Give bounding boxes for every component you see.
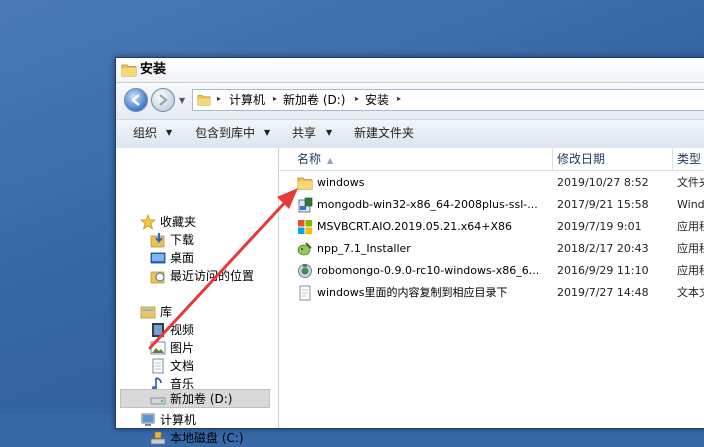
recent-pages-dropdown-icon[interactable]: ▼ [179,96,185,105]
file-modified-date: 2019/7/19 9:01 [557,220,642,233]
file-name: windows [317,176,365,189]
sidebar-item-label: 桌面 [170,251,195,265]
explorer-window: 安装 ▼ ▸ 计算机 ▸ 新加卷 (D:) ▸ 安装 ▸ 组织 ▼ 包含到库中 … [115,57,704,445]
installer-icon [298,197,313,213]
sidebar-item-label: 收藏夹 [160,215,197,229]
file-name: MSVBCRT.AIO.2019.05.21.x64+X86 [317,220,512,233]
sort-ascending-icon: ▲ [327,156,334,165]
file-modified-date: 2016/9/29 11:10 [557,264,649,277]
breadcrumb-computer[interactable]: 计算机 [229,92,265,108]
file-modified-date: 2019/7/27 14:48 [557,286,649,299]
file-name: npp_7.1_Installer [317,242,411,255]
column-header-label: 名称 [297,152,322,166]
file-type: 应用程 [677,264,704,277]
table-row[interactable]: MSVBCRT.AIO.2019.05.21.x64+X86 2019/7/19… [279,216,704,238]
column-header-label: 类型 [677,152,702,166]
breadcrumb-install[interactable]: 安装 [365,92,389,108]
title-bar[interactable]: 安装 [116,58,704,83]
sidebar-item-label: 新加卷 (D:) [170,392,233,406]
library-icon [140,306,156,319]
chevron-down-icon: ▼ [166,128,173,137]
system-drive-icon [150,431,166,445]
column-header-row: 名称 ▲ 修改日期 类型 [279,148,704,171]
windows-app-icon [298,220,312,234]
file-modified-date: 2017/9/21 15:58 [557,198,649,211]
navigation-pane: 收藏夹 下载 桌面 最近访问的位置 库 视频 图片 文档 音乐 计算机 本地磁盘… [116,148,279,445]
back-arrow-icon [131,94,140,106]
file-modified-date: 2019/10/27 8:52 [557,176,649,189]
column-header-type[interactable]: 类型 [673,148,704,170]
file-type: 文件夹 [677,176,704,189]
column-header-label: 修改日期 [557,152,606,166]
breadcrumb-separator-icon[interactable]: ▸ [273,94,277,103]
picture-icon [150,341,166,355]
file-list: 名称 ▲ 修改日期 类型 windows 2019/10/27 8:52 文件夹 [279,148,704,428]
breadcrumb[interactable]: ▸ 计算机 ▸ 新加卷 (D:) ▸ 安装 ▸ [192,89,704,111]
table-row[interactable]: windows 2019/10/27 8:52 文件夹 [279,172,704,194]
sidebar-item-label: 本地磁盘 (C:) [170,431,244,445]
file-modified-date: 2018/2/17 20:43 [557,242,649,255]
back-button[interactable] [124,88,148,112]
chevron-down-icon: ▼ [326,128,333,137]
drive-icon [150,397,166,405]
robomongo-icon [298,264,312,278]
sidebar-item-label: 图片 [170,341,195,355]
file-name: mongodb-win32-x86_64-2008plus-ssl-... [317,198,538,211]
sidebar-item-label: 下载 [170,233,195,247]
sidebar-item-label: 最近访问的位置 [170,269,255,283]
folder-icon [297,177,313,190]
folder-icon [121,64,137,77]
file-name: robomongo-0.9.0-rc10-windows-x86_6... [317,264,540,277]
folder-icon [197,95,211,106]
file-type: 文本文 [677,286,704,299]
address-bar-area: ▼ ▸ 计算机 ▸ 新加卷 (D:) ▸ 安装 ▸ [116,83,704,119]
desktop-icon [150,252,166,264]
file-type: Windo [677,198,704,211]
chevron-down-icon: ▼ [264,128,271,137]
share-button[interactable]: 共享 [292,125,316,141]
text-document-icon [299,285,311,301]
breadcrumb-separator-icon[interactable]: ▸ [217,94,221,103]
breadcrumb-drive-d[interactable]: 新加卷 (D:) [283,92,345,108]
breadcrumb-separator-icon[interactable]: ▸ [397,94,401,103]
video-icon [152,323,164,337]
column-header-date[interactable]: 修改日期 [553,148,673,170]
breadcrumb-separator-icon[interactable]: ▸ [355,94,359,103]
new-folder-button[interactable]: 新建文件夹 [354,125,414,141]
download-folder-icon [150,233,165,248]
include-in-library-button[interactable]: 包含到库中 [195,125,255,141]
document-icon [152,358,164,374]
sidebar-item-label: 视频 [170,323,195,337]
file-type: 应用程 [677,220,704,233]
forward-arrow-icon [159,94,168,106]
sidebar-item-label: 库 [160,305,173,319]
column-header-name[interactable]: 名称 ▲ [279,148,553,170]
table-row[interactable]: npp_7.1_Installer 2018/2/17 20:43 应用程 [279,238,704,260]
star-icon [140,214,156,230]
table-row[interactable]: windows里面的内容复制到相应目录下 2019/7/27 14:48 文本文 [279,282,704,304]
table-row[interactable]: robomongo-0.9.0-rc10-windows-x86_6... 20… [279,260,704,282]
organize-button[interactable]: 组织 [133,125,157,141]
computer-icon [141,413,155,426]
sidebar-item-label: 文档 [170,359,195,373]
file-name: windows里面的内容复制到相应目录下 [317,286,508,299]
recent-places-icon [150,271,165,284]
notepadpp-icon [297,242,312,256]
file-type: 应用程 [677,242,704,255]
table-row[interactable]: mongodb-win32-x86_64-2008plus-ssl-... 20… [279,194,704,216]
command-bar: 组织 ▼ 包含到库中 ▼ 共享 ▼ 新建文件夹 [116,119,704,149]
forward-button[interactable] [151,88,175,112]
window-title: 安装 [140,62,167,77]
